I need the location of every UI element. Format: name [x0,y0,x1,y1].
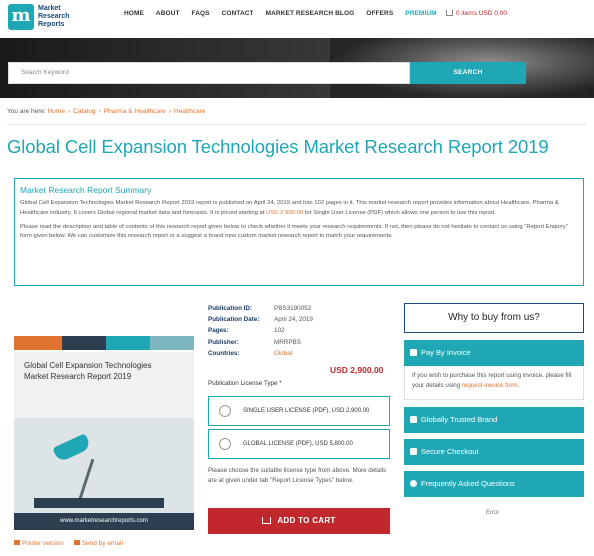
printer-version-link[interactable]: Printer version [22,540,64,547]
report-summary: Market Research Report Summary Global Ce… [14,178,584,286]
request-invoice-link[interactable]: request invoice form [462,382,518,389]
site-logo[interactable]: m Market Research Reports [8,3,83,33]
search-input[interactable]: Search Keyword [8,62,410,84]
license-radio[interactable] [219,405,231,417]
nav-blog[interactable]: MARKET RESEARCH BLOG [266,10,355,17]
breadcrumb: You are here: Home › Catalog › Pharma & Heal… [7,108,205,115]
publication-details: Publication ID: PBS3190052 Publication Da… [208,303,313,359]
license-option-global[interactable]: GLOBAL LICENSE (PDF), USD 5,800.00 [208,429,390,459]
checkbox-icon [410,448,417,455]
breadcrumb-prefix: You are here: [7,108,46,115]
nav-about[interactable]: ABOUT [156,10,180,17]
cover-illustration-top [14,300,194,352]
cart-link[interactable]: 0 items USD 0.00 [446,10,507,17]
search-button[interactable]: SEARCH [410,62,526,84]
nav-contact[interactable]: CONTACT [222,10,254,17]
pay-by-invoice-button[interactable]: Pay By Invoice [404,340,584,366]
breadcrumb-catalog[interactable]: Catalog [73,108,95,115]
invoice-icon [410,349,417,356]
license-option-single[interactable]: SINGLE USER LICENSE (PDF), USD 2,900.00 [208,396,390,426]
nav-offers[interactable]: OFFERS [366,10,393,17]
invoice-info: If you wish to purchase this report usin… [404,366,584,400]
checkbox-icon [410,416,417,423]
add-to-cart-button[interactable]: ADD TO CART [208,508,390,534]
faq-button[interactable]: Frequently Asked Questions [404,471,584,497]
cart-summary: 0 items USD 0.00 [456,10,507,17]
cart-icon [446,10,453,16]
send-email-link[interactable]: Send by email [82,540,123,547]
cart-icon [262,517,272,524]
summary-paragraph-2: Please read the description and table of… [20,223,568,240]
why-buy-heading: Why to buy from us? [404,303,584,333]
printer-icon [14,540,20,545]
cover-stripe [150,336,194,350]
summary-heading: Market Research Report Summary [20,185,152,195]
secure-checkout-button[interactable]: Secure Checkout [404,439,584,465]
site-header: m Market Research Reports HOME ABOUT FAQ… [0,0,594,38]
pub-row-id: Publication ID: PBS3190052 [208,305,312,312]
chevron-right-icon: › [168,108,172,115]
breadcrumb-home[interactable]: Home [48,108,65,115]
license-type-label: Publication License Type * [208,380,282,387]
pub-row-countries: Countries: Global [208,349,293,357]
nav-faqs[interactable]: FAQS [192,10,210,17]
error-text: Error [486,510,500,516]
license-radio[interactable] [219,438,231,450]
license-label: GLOBAL LICENSE (PDF), USD 5,800.00 [243,441,353,447]
license-label: SINGLE USER LICENSE (PDF), USD 2,900.00 [243,408,370,414]
chevron-right-icon: › [67,108,71,115]
cover-stripe [106,336,150,350]
print-links: Printer version Send by email [14,540,123,547]
pub-row-publisher: Publisher: MRRPBS [208,338,301,346]
cover-footer-url: www.marketresearchreports.com [14,513,194,530]
breadcrumb-pharma[interactable]: Pharma & Healthcare [104,108,166,115]
summary-price: USD 2,900.00 [266,209,304,216]
page-title: Global Cell Expansion Technologies Marke… [7,136,549,157]
nav-home[interactable]: HOME [124,10,144,17]
trusted-brand-button[interactable]: Globally Trusted Brand [404,407,584,433]
main-nav: HOME ABOUT FAQS CONTACT MARKET RESEARCH … [124,10,449,17]
book-icon [34,498,164,508]
pub-row-date: Publication Date: April 24, 2019 [208,316,313,324]
breadcrumb-healthcare[interactable]: Healthcare [174,108,205,115]
cover-stripe [62,336,106,350]
logo-mark: m [8,4,34,30]
divider [7,124,587,125]
report-price: USD 2,900.00 [330,365,384,375]
report-cover-image: Global Cell Expansion Technologies Marke… [14,300,194,530]
logo-text: Market Research Reports [38,5,70,28]
nav-premium[interactable]: PREMIUM [405,10,436,17]
question-icon [410,480,417,487]
license-note: Please choose the suitable license type … [208,467,387,484]
pub-row-pages: Pages: 102 [208,327,285,335]
email-icon [73,540,80,545]
cover-title: Global Cell Expansion Technologies Marke… [24,361,152,381]
cover-stripe [14,336,62,350]
summary-paragraph-1: Global Cell Expansion Technologies Marke… [20,200,559,216]
chevron-right-icon: › [98,108,101,115]
